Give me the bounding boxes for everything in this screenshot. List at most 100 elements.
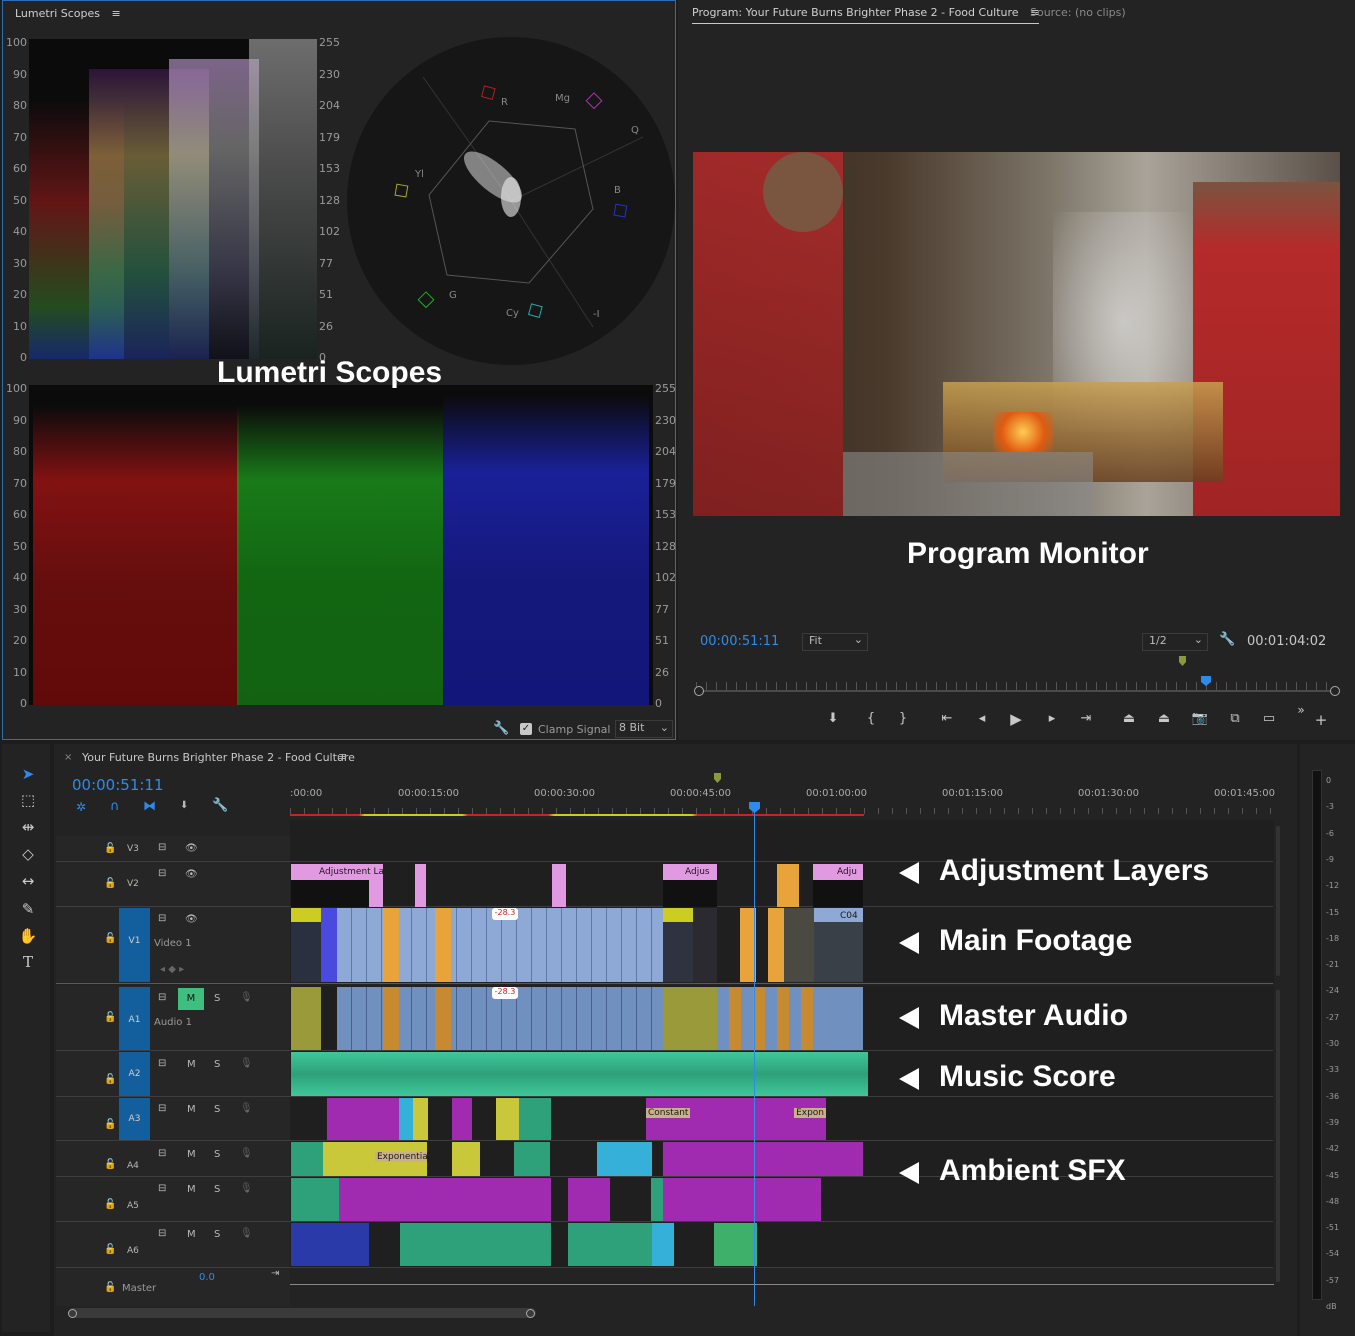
sync-lock-icon[interactable]: ⊟ xyxy=(158,1228,166,1239)
lock-icon[interactable]: 🔓 xyxy=(104,1012,116,1023)
sync-lock-icon[interactable]: ⊟ xyxy=(158,1148,166,1159)
audio-clip[interactable] xyxy=(383,987,399,1050)
hand-tool-icon[interactable]: ✋ xyxy=(18,926,38,946)
slip-tool-icon[interactable]: ↔ xyxy=(18,871,38,891)
sync-lock-icon[interactable]: ⊟ xyxy=(158,868,166,879)
close-icon[interactable]: × xyxy=(64,752,72,763)
add-marker-button[interactable]: ⬇ xyxy=(822,711,844,726)
timeline-timecode[interactable]: 00:00:51:11 xyxy=(72,776,164,794)
video-clip[interactable] xyxy=(321,908,337,982)
a1-mute-button[interactable]: M xyxy=(178,988,204,1010)
sfx-clip[interactable] xyxy=(291,1142,323,1176)
pen-tool-icon[interactable]: ✎ xyxy=(18,899,38,919)
lock-icon[interactable]: 🔓 xyxy=(104,1119,116,1130)
snap-magnet-icon[interactable]: ∩ xyxy=(110,799,120,814)
go-to-out-button[interactable]: ⇥ xyxy=(1075,711,1097,726)
sfx-clip[interactable] xyxy=(597,1142,652,1176)
sfx-clip[interactable] xyxy=(327,1098,399,1140)
comparison-view-button[interactable]: ⧉ xyxy=(1224,711,1246,726)
play-button[interactable]: ▶ xyxy=(1005,710,1027,728)
go-to-in-button[interactable]: ⇤ xyxy=(936,711,958,726)
mark-in-button[interactable]: { xyxy=(860,711,882,726)
track-header-a2[interactable] xyxy=(56,1051,290,1096)
sync-lock-icon[interactable]: ⊟ xyxy=(158,992,166,1003)
orange-clip[interactable] xyxy=(383,908,399,982)
a6-mute-button[interactable]: M xyxy=(187,1229,196,1240)
clamp-checkbox[interactable]: ✓ xyxy=(520,723,532,735)
v1-source-patch[interactable]: V1 xyxy=(119,908,150,982)
extract-button[interactable]: ⏏ xyxy=(1153,711,1175,726)
track-header-a5[interactable] xyxy=(56,1177,290,1221)
sfx-clip[interactable] xyxy=(519,1098,551,1140)
sync-lock-icon[interactable]: ⊟ xyxy=(158,842,166,853)
scroll-handle-left[interactable] xyxy=(68,1309,77,1318)
a6-solo-button[interactable]: S xyxy=(214,1229,220,1240)
microphone-icon[interactable]: 🎙 xyxy=(240,1183,253,1194)
audio-vertical-scrollbar[interactable] xyxy=(1276,990,1280,1282)
microphone-icon[interactable]: 🎙 xyxy=(240,1058,253,1069)
lock-icon[interactable]: 🔓 xyxy=(104,1244,116,1255)
video-clip[interactable]: C04 xyxy=(814,908,863,982)
add-marker-icon[interactable]: ⬇ xyxy=(180,800,188,811)
track-header-master[interactable] xyxy=(56,1268,290,1306)
eye-icon[interactable]: 👁 xyxy=(185,869,198,880)
eye-icon[interactable]: 👁 xyxy=(185,843,198,854)
music-score-clip[interactable] xyxy=(291,1052,868,1096)
sfx-clip[interactable] xyxy=(291,1223,369,1266)
a5-solo-button[interactable]: S xyxy=(214,1184,220,1195)
orange-clip[interactable] xyxy=(777,864,799,907)
go-to-end-icon[interactable]: ⇥ xyxy=(271,1268,279,1279)
video-clip[interactable] xyxy=(291,908,321,982)
a2-track-target[interactable]: A2 xyxy=(119,1052,150,1096)
audio-clip[interactable] xyxy=(663,987,717,1050)
button-editor-add-icon[interactable]: + xyxy=(1310,711,1332,729)
sfx-clip[interactable] xyxy=(339,1178,551,1221)
program-tab[interactable]: Program: Your Future Burns Brighter Phas… xyxy=(692,6,1040,24)
timeline-tab-label[interactable]: Your Future Burns Brighter Phase 2 - Foo… xyxy=(82,751,355,764)
timeline-playhead-line[interactable] xyxy=(754,812,755,1306)
track-header-v3[interactable] xyxy=(56,836,290,860)
sync-lock-icon[interactable]: ⊟ xyxy=(158,1058,166,1069)
sfx-clip[interactable] xyxy=(452,1142,480,1176)
a3-mute-button[interactable]: M xyxy=(187,1104,196,1115)
sfx-clip[interactable] xyxy=(714,1223,757,1266)
ripple-edit-tool-icon[interactable]: ⇹ xyxy=(18,817,38,837)
sfx-clip[interactable] xyxy=(663,1142,863,1176)
sfx-clip[interactable] xyxy=(452,1098,472,1140)
sfx-clip[interactable]: Exponential xyxy=(323,1142,427,1176)
sfx-clip[interactable] xyxy=(651,1178,663,1221)
orange-clip[interactable] xyxy=(435,908,451,982)
fit-select[interactable]: Fit ⌄ xyxy=(802,633,868,651)
a3-solo-button[interactable]: S xyxy=(214,1104,220,1115)
wrench-icon[interactable]: 🔧 xyxy=(212,798,228,813)
eye-icon[interactable]: 👁 xyxy=(185,914,198,925)
audio-clip[interactable] xyxy=(717,987,813,1050)
wrench-icon[interactable]: 🔧 xyxy=(493,721,509,736)
track-header-a6[interactable] xyxy=(56,1222,290,1267)
lock-icon[interactable]: 🔓 xyxy=(104,1199,116,1210)
panel-menu-icon[interactable]: ≡ xyxy=(112,7,121,20)
microphone-icon[interactable]: 🎙 xyxy=(240,1228,253,1239)
sfx-clip[interactable] xyxy=(413,1098,428,1140)
audio-clip-gain[interactable]: -28.3 xyxy=(492,987,518,999)
sfx-clip[interactable] xyxy=(291,1178,339,1221)
sfx-clip[interactable] xyxy=(568,1223,652,1266)
safe-margins-button[interactable]: ▭ xyxy=(1258,711,1280,726)
a2-solo-button[interactable]: S xyxy=(214,1059,220,1070)
video-vertical-scrollbar[interactable] xyxy=(1276,826,1280,976)
a3-track-target[interactable]: A3 xyxy=(119,1098,150,1140)
microphone-icon[interactable]: 🎙 xyxy=(240,992,253,1003)
video-clip[interactable] xyxy=(663,908,693,982)
audio-clip[interactable] xyxy=(813,987,863,1050)
sfx-clip[interactable] xyxy=(400,1223,551,1266)
microphone-icon[interactable]: 🎙 xyxy=(240,1148,253,1159)
wrench-icon[interactable]: 🔧 xyxy=(1219,632,1235,647)
sfx-clip[interactable] xyxy=(663,1178,821,1221)
lift-button[interactable]: ⏏ xyxy=(1118,711,1140,726)
lock-icon[interactable]: 🔓 xyxy=(104,878,116,889)
selection-tool-icon[interactable]: ➤ xyxy=(18,764,38,784)
lock-icon[interactable]: 🔓 xyxy=(104,1159,116,1170)
more-controls-icon[interactable]: » xyxy=(1290,703,1312,717)
source-tab[interactable]: Source: (no clips) xyxy=(1030,6,1126,19)
program-scrubber[interactable] xyxy=(694,656,1340,698)
